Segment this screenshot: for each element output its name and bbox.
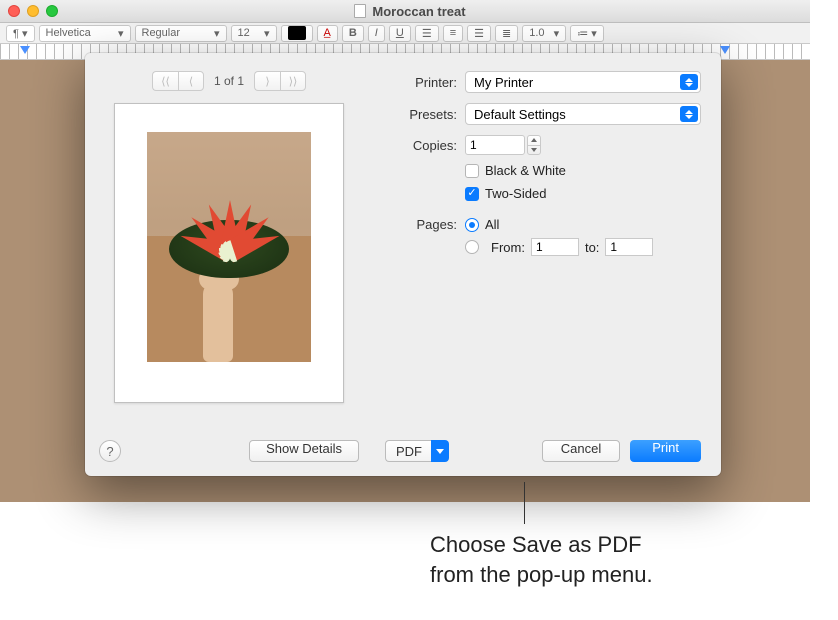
align-justify-button[interactable]: ≣: [495, 25, 518, 42]
italic-button[interactable]: I: [368, 25, 385, 42]
printer-label: Printer:: [385, 75, 457, 90]
next-page-button[interactable]: ⟩: [254, 71, 280, 91]
line-spacing-select[interactable]: 1.0▾: [522, 25, 566, 42]
last-page-button[interactable]: ⟩⟩: [280, 71, 306, 91]
minimize-icon[interactable]: [27, 5, 39, 17]
font-size-select[interactable]: 12▾: [231, 25, 277, 42]
print-preview: [114, 103, 344, 403]
close-icon[interactable]: [8, 5, 20, 17]
pages-range-radio[interactable]: [465, 240, 479, 254]
right-margin-marker[interactable]: [720, 46, 730, 54]
chevron-updown-icon: [680, 74, 698, 90]
left-margin-marker[interactable]: [20, 46, 30, 54]
align-center-button[interactable]: ≡: [443, 25, 463, 42]
to-label: to:: [585, 240, 599, 255]
pager-prev-group: ⟨⟨ ⟨: [152, 71, 204, 91]
help-button[interactable]: ?: [99, 440, 121, 462]
to-input[interactable]: [605, 238, 653, 256]
page-indicator: 1 of 1: [214, 74, 244, 88]
black-white-checkbox[interactable]: [465, 164, 479, 178]
from-label: From:: [491, 240, 525, 255]
copies-label: Copies:: [385, 138, 457, 153]
printer-select[interactable]: My Printer: [465, 71, 701, 93]
font-color-icon[interactable]: A̲: [317, 25, 338, 42]
pages-label: Pages:: [385, 217, 457, 232]
bold-button[interactable]: B: [342, 25, 364, 42]
font-family-select[interactable]: Helvetica▾: [39, 25, 131, 42]
chevron-down-icon[interactable]: [528, 146, 540, 155]
chevron-down-icon: [431, 440, 449, 462]
preview-pager: ⟨⟨ ⟨ 1 of 1 ⟩ ⟩⟩: [152, 71, 306, 91]
print-button[interactable]: Print: [630, 440, 701, 462]
align-left-button[interactable]: ☰: [415, 25, 439, 42]
presets-label: Presets:: [385, 107, 457, 122]
black-white-label: Black & White: [485, 163, 566, 178]
window-controls: [8, 5, 58, 17]
chevron-up-icon[interactable]: [528, 136, 540, 146]
titlebar: Moroccan treat: [0, 0, 810, 23]
pages-all-radio[interactable]: [465, 218, 479, 232]
two-sided-checkbox[interactable]: [465, 187, 479, 201]
preview-image: [147, 132, 311, 362]
copies-stepper[interactable]: [527, 135, 541, 155]
list-style-select[interactable]: ≔ ▾: [570, 25, 604, 42]
font-style-select[interactable]: Regular▾: [135, 25, 227, 42]
document-title: Moroccan treat: [372, 4, 465, 19]
dialog-preview-pane: ⟨⟨ ⟨ 1 of 1 ⟩ ⟩⟩: [85, 53, 373, 476]
paragraph-style-select[interactable]: ¶ ▾: [6, 25, 35, 42]
show-details-button[interactable]: Show Details: [249, 440, 359, 462]
print-dialog: ⟨⟨ ⟨ 1 of 1 ⟩ ⟩⟩: [85, 53, 721, 476]
pdf-menu-button[interactable]: PDF: [385, 440, 449, 462]
callout-text: Choose Save as PDF from the pop-up menu.: [430, 530, 653, 589]
prev-page-button[interactable]: ⟨: [178, 71, 204, 91]
dialog-options-pane: Printer: My Printer Presets: Default Set…: [373, 53, 721, 476]
pager-next-group: ⟩ ⟩⟩: [254, 71, 306, 91]
presets-select[interactable]: Default Settings: [465, 103, 701, 125]
two-sided-label: Two-Sided: [485, 186, 546, 201]
from-input[interactable]: [531, 238, 579, 256]
dialog-footer: PDF Cancel Print: [385, 440, 701, 462]
first-page-button[interactable]: ⟨⟨: [152, 71, 178, 91]
cancel-button[interactable]: Cancel: [542, 440, 620, 462]
pages-all-label: All: [485, 217, 499, 232]
window-title: Moroccan treat: [68, 4, 752, 19]
align-right-button[interactable]: ☰: [467, 25, 491, 42]
copies-input[interactable]: [465, 135, 525, 155]
underline-button[interactable]: U: [389, 25, 411, 42]
formatting-toolbar: ¶ ▾ Helvetica▾ Regular▾ 12▾ A̲ B I U ☰ ≡…: [0, 23, 810, 44]
callout-line: [524, 482, 525, 524]
chevron-updown-icon: [680, 106, 698, 122]
document-icon: [354, 4, 366, 18]
text-color-picker[interactable]: [281, 25, 313, 42]
fullscreen-icon[interactable]: [46, 5, 58, 17]
